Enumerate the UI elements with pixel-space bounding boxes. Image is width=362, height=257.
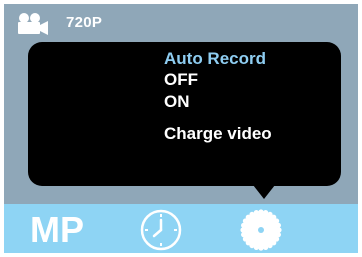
video-camera-icon [16, 12, 50, 36]
gear-icon[interactable] [239, 208, 283, 252]
status-bar: 720P [4, 4, 358, 42]
menu-item-off[interactable]: OFF [164, 70, 198, 90]
menu-title: Auto Record [164, 49, 266, 68]
camera-screen: 720P Auto Record OFF ON Charge video MP [4, 4, 358, 253]
bottom-mode-bar: MP [4, 204, 358, 253]
popup-pointer [253, 185, 275, 199]
menu-item-on[interactable]: ON [164, 92, 190, 112]
auto-record-menu: Auto Record OFF ON Charge video [28, 42, 341, 186]
resolution-label: 720P [66, 14, 103, 31]
menu-item-charge-video[interactable]: Charge video [164, 124, 272, 144]
photo-mode-button[interactable]: MP [30, 210, 84, 250]
clock-icon[interactable] [139, 208, 183, 252]
